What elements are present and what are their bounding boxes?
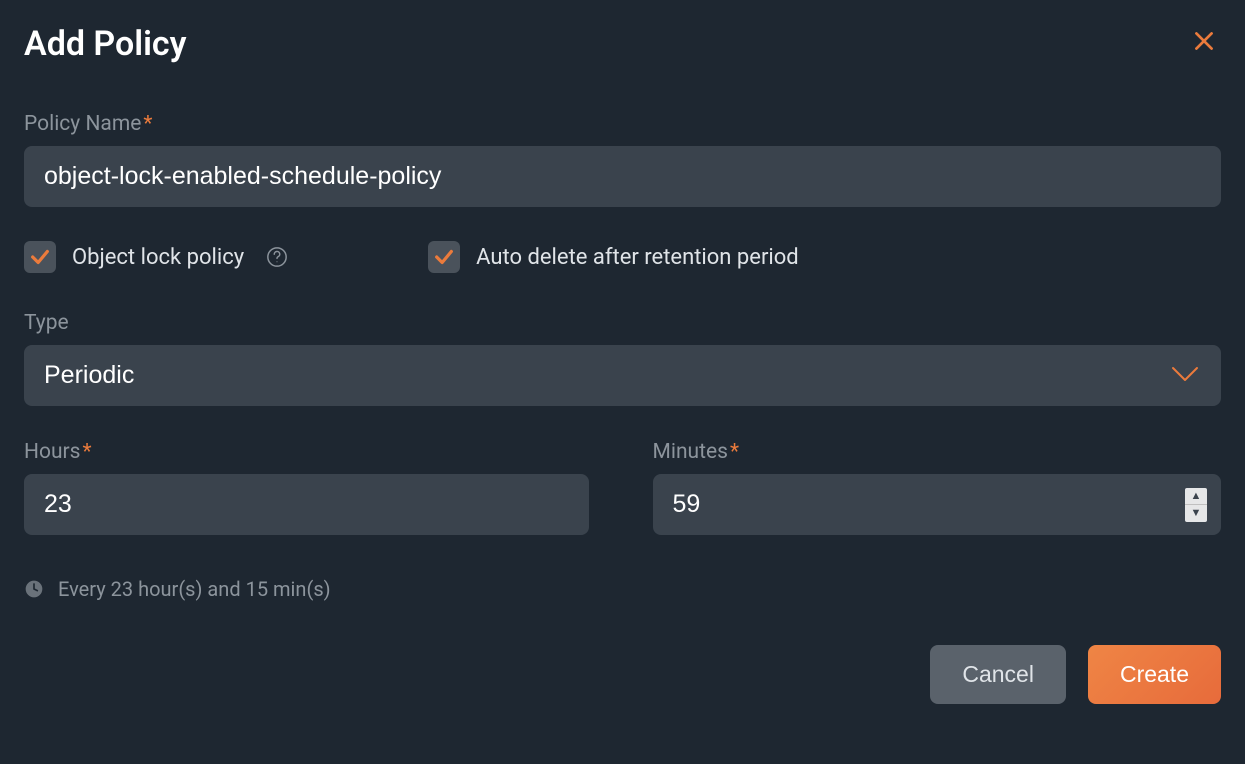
dialog-footer: Cancel Create — [24, 645, 1221, 704]
spinner-down[interactable]: ▼ — [1185, 505, 1207, 522]
minutes-spinner[interactable]: ▲ ▼ — [1185, 488, 1207, 522]
schedule-summary-text: Every 23 hour(s) and 15 min(s) — [58, 577, 331, 601]
checkbox-row: Object lock policy Auto delete after ret… — [24, 241, 1221, 273]
close-button[interactable] — [1187, 24, 1221, 58]
time-fields-row: Hours* Minutes* ▲ ▼ — [24, 440, 1221, 535]
required-star: * — [730, 440, 739, 464]
object-lock-label: Object lock policy — [72, 245, 244, 270]
required-star: * — [143, 112, 152, 136]
minutes-label-text: Minutes — [653, 440, 728, 464]
cancel-button[interactable]: Cancel — [930, 645, 1066, 704]
spinner-up[interactable]: ▲ — [1185, 488, 1207, 506]
auto-delete-checkbox[interactable] — [428, 241, 460, 273]
policy-name-label-text: Policy Name — [24, 112, 141, 136]
auto-delete-label: Auto delete after retention period — [476, 245, 799, 270]
minutes-input-wrap: ▲ ▼ — [653, 474, 1222, 535]
hours-label: Hours* — [24, 440, 92, 464]
close-icon — [1191, 28, 1217, 54]
object-lock-checkbox-group: Object lock policy — [24, 241, 288, 273]
object-lock-checkbox[interactable] — [24, 241, 56, 273]
policy-name-label: Policy Name* — [24, 112, 152, 136]
type-field: Type Periodic — [24, 311, 1221, 406]
hours-label-text: Hours — [24, 440, 81, 464]
question-icon — [266, 246, 288, 268]
clock-icon — [24, 579, 44, 599]
minutes-field: Minutes* ▲ ▼ — [653, 440, 1222, 535]
schedule-summary: Every 23 hour(s) and 15 min(s) — [24, 577, 1221, 601]
required-star: * — [83, 440, 92, 464]
minutes-label: Minutes* — [653, 440, 740, 464]
hours-field: Hours* — [24, 440, 593, 535]
object-lock-help-icon[interactable] — [266, 246, 288, 268]
minutes-input[interactable] — [653, 474, 1222, 535]
hours-input[interactable] — [24, 474, 589, 535]
check-icon — [29, 246, 51, 268]
type-select[interactable]: Periodic — [24, 345, 1221, 406]
policy-name-field: Policy Name* — [24, 112, 1221, 207]
type-select-wrap: Periodic — [24, 345, 1221, 406]
create-button[interactable]: Create — [1088, 645, 1221, 704]
add-policy-dialog: Add Policy Policy Name* Object lock poli… — [24, 24, 1221, 704]
check-icon — [433, 246, 455, 268]
dialog-title: Add Policy — [24, 24, 187, 64]
dialog-header: Add Policy — [24, 24, 1221, 64]
auto-delete-checkbox-group: Auto delete after retention period — [428, 241, 799, 273]
type-label: Type — [24, 311, 69, 335]
policy-name-input[interactable] — [24, 146, 1221, 207]
